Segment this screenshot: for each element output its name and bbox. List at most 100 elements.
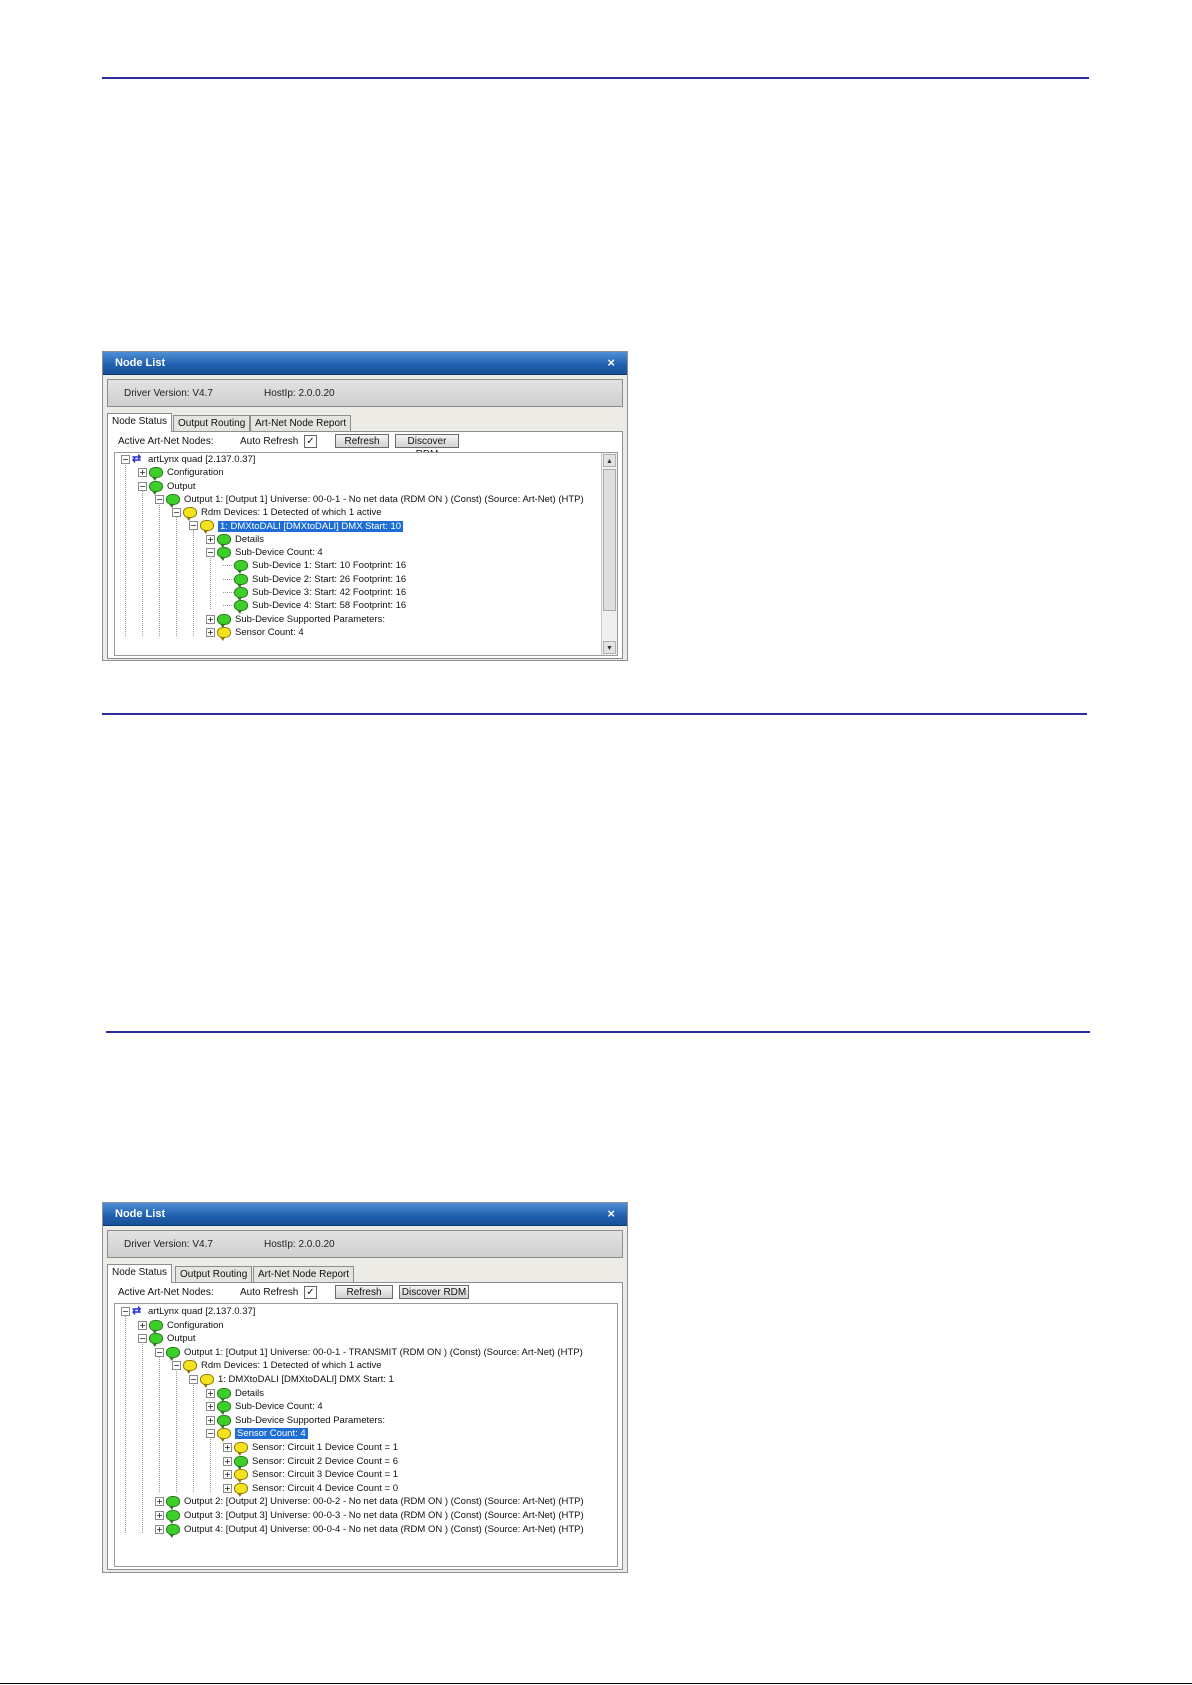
tree-node[interactable]: − Output 1: [Output 1] Universe: 00-0-1 -… bbox=[155, 1346, 583, 1361]
tree-node-label: Output 1: [Output 1] Universe: 00-0-1 - … bbox=[184, 493, 584, 505]
tree-guide-line bbox=[159, 1355, 160, 1492]
tree-node-label: Configuration bbox=[167, 467, 224, 479]
tree-node[interactable]: − Output 1: [Output 1] Universe: 00-0-1 -… bbox=[155, 493, 584, 508]
tree-node[interactable]: + Sub-Device Supported Parameters: bbox=[206, 1414, 385, 1429]
window-title: Node List bbox=[115, 1208, 166, 1220]
tree-node[interactable]: −1: DMXtoDALI [DMXtoDALI] DMX Start: 1 bbox=[189, 1373, 394, 1388]
tree-node-label: Sub-Device 3: Start: 42 Footprint: 16 bbox=[252, 587, 407, 598]
status-warning-bubble-icon bbox=[217, 626, 231, 641]
node-tree[interactable]: ▲ ▼ − ⇄ artLynx quad [2.137.0.37] + Configur… bbox=[114, 452, 618, 656]
tab-node-status[interactable]: Node Status bbox=[107, 413, 173, 432]
node-tree[interactable]: − ⇄ artLynx quad [2.137.0.37] + Configuratio… bbox=[114, 1303, 618, 1567]
tab-strip: Node Status Output Routing Art-Net Node … bbox=[103, 1264, 627, 1283]
scroll-thumb[interactable] bbox=[603, 469, 616, 611]
tree-node[interactable]: Sub-Device 2: Start: 26 Footprint: 16 bbox=[223, 573, 406, 588]
expand-icon[interactable]: + bbox=[155, 1497, 164, 1507]
tree-node[interactable]: + Configuration bbox=[138, 466, 224, 482]
tree-node[interactable]: −1: DMXtoDALI [DMXtoDALI] DMX Start: 10 bbox=[189, 520, 404, 535]
expand-icon[interactable]: + bbox=[155, 1510, 164, 1520]
expand-icon[interactable]: + bbox=[206, 534, 215, 544]
tree-node-label: Sub-Device Count: 4 bbox=[235, 1401, 323, 1413]
section-rule-3 bbox=[106, 1031, 1090, 1033]
status-ok-bubble-icon bbox=[166, 1509, 180, 1524]
tree-connector bbox=[223, 605, 234, 607]
tree-node[interactable]: − Sensor Count: 4 bbox=[206, 1427, 308, 1443]
tree-node[interactable]: + Details bbox=[206, 533, 264, 548]
auto-refresh-checkbox[interactable]: ✓ bbox=[304, 435, 317, 448]
expand-icon[interactable]: + bbox=[223, 1483, 232, 1493]
tree-node[interactable]: Sub-Device 3: Start: 42 Footprint: 16 bbox=[223, 586, 407, 601]
expand-icon[interactable]: + bbox=[206, 627, 215, 637]
tree-node-label: Output bbox=[167, 1333, 196, 1345]
tree-node[interactable]: + Configuration bbox=[138, 1319, 224, 1334]
window-title: Node List bbox=[115, 357, 166, 369]
expand-icon[interactable]: + bbox=[206, 614, 215, 624]
expand-icon[interactable]: + bbox=[223, 1442, 232, 1452]
tree-guide-line bbox=[176, 1369, 177, 1492]
tree-node[interactable]: + Sensor: Circuit 2 Device Count = 6 bbox=[223, 1455, 398, 1470]
tree-node-label: Sensor: Circuit 1 Device Count = 1 bbox=[252, 1442, 398, 1453]
tree-node-label: 1: DMXtoDALI [DMXtoDALI] DMX Start: 1 bbox=[218, 1374, 394, 1385]
tree-node-label: Sub-Device Count: 4 bbox=[235, 547, 323, 559]
refresh-button[interactable]: Refresh bbox=[335, 434, 389, 448]
tab-art-net-node-report[interactable]: Art-Net Node Report bbox=[250, 415, 352, 431]
tree-node[interactable]: − Output bbox=[138, 1332, 196, 1348]
active-nodes-label: Active Art-Net Nodes: bbox=[118, 1287, 214, 1298]
auto-refresh-checkbox[interactable]: ✓ bbox=[304, 1286, 317, 1299]
tree-node[interactable]: Sub-Device 1: Start: 10 Footprint: 16 bbox=[223, 559, 406, 575]
tab-output-routing[interactable]: Output Routing bbox=[175, 1266, 253, 1282]
status-ok-bubble-icon bbox=[217, 1401, 231, 1416]
expand-icon[interactable]: + bbox=[223, 1470, 232, 1480]
close-icon[interactable]: × bbox=[607, 355, 615, 370]
expand-icon[interactable]: + bbox=[138, 1320, 147, 1330]
expand-icon[interactable]: + bbox=[206, 1415, 215, 1425]
tree-node[interactable]: + Output 4: [Output 4] Universe: 00-0-4 -… bbox=[155, 1523, 584, 1538]
scroll-down-icon[interactable]: ▼ bbox=[603, 641, 616, 654]
tree-node[interactable]: + Sensor: Circuit 1 Device Count = 1 bbox=[223, 1441, 398, 1456]
vertical-scrollbar[interactable]: ▲ ▼ bbox=[601, 453, 617, 655]
tree-node[interactable]: − ⇄ artLynx quad [2.137.0.37] bbox=[121, 1305, 255, 1319]
status-warning-bubble-icon bbox=[234, 1441, 248, 1456]
page-bottom-rule bbox=[0, 1683, 1192, 1684]
tree-node[interactable]: − Sub-Device Count: 4 bbox=[206, 546, 323, 562]
tab-node-status[interactable]: Node Status bbox=[107, 1264, 173, 1283]
expand-icon[interactable]: + bbox=[223, 1456, 232, 1466]
discover-rdm-button[interactable]: Discover RDM bbox=[399, 1285, 469, 1299]
tree-guide-line bbox=[125, 463, 126, 636]
refresh-button[interactable]: Refresh bbox=[335, 1285, 393, 1299]
expand-icon[interactable]: + bbox=[206, 1388, 215, 1398]
tree-node-label: Sensor: Circuit 3 Device Count = 1 bbox=[252, 1469, 398, 1481]
tab-output-routing[interactable]: Output Routing bbox=[173, 415, 251, 431]
status-ok-bubble-icon bbox=[234, 573, 248, 588]
section-rule-2 bbox=[102, 713, 1087, 715]
tree-node[interactable]: + Sensor Count: 4 bbox=[206, 626, 304, 641]
host-ip: HostIp: 2.0.0.20 bbox=[264, 388, 335, 399]
expand-icon[interactable]: + bbox=[138, 468, 147, 478]
tree-node[interactable]: − Rdm Devices: 1 Detected of which 1 acti… bbox=[172, 506, 382, 522]
tree-node[interactable]: + Output 2: [Output 2] Universe: 00-0-2 -… bbox=[155, 1495, 584, 1511]
node-list-window-1: Node List × Driver Version: V4.7 HostIp:… bbox=[102, 351, 628, 661]
discover-rdm-button[interactable]: Discover RDM bbox=[395, 434, 459, 460]
tree-node[interactable]: − ⇄ artLynx quad [2.137.0.37] bbox=[121, 453, 255, 467]
expand-icon[interactable]: + bbox=[155, 1524, 164, 1534]
status-ok-bubble-icon bbox=[166, 1523, 180, 1538]
tree-node[interactable]: + Sensor: Circuit 3 Device Count = 1 bbox=[223, 1468, 398, 1484]
close-icon[interactable]: × bbox=[607, 1206, 615, 1221]
tree-node-label: Rdm Devices: 1 Detected of which 1 activ… bbox=[201, 1360, 382, 1372]
host-ip: HostIp: 2.0.0.20 bbox=[264, 1239, 335, 1250]
tree-node[interactable]: Sub-Device 4: Start: 58 Footprint: 16 bbox=[223, 599, 406, 615]
tab-art-net-node-report[interactable]: Art-Net Node Report bbox=[253, 1266, 355, 1282]
tree-node[interactable]: + Output 3: [Output 3] Universe: 00-0-3 -… bbox=[155, 1509, 584, 1524]
tree-node-label: Configuration bbox=[167, 1319, 224, 1331]
tree-node[interactable]: − Output bbox=[138, 480, 196, 495]
status-ok-bubble-icon bbox=[217, 1387, 231, 1402]
tree-node[interactable]: − Rdm Devices: 1 Detected of which 1 acti… bbox=[172, 1359, 382, 1375]
tree-node[interactable]: + Sub-Device Supported Parameters: bbox=[206, 613, 385, 628]
expand-icon[interactable]: + bbox=[206, 1402, 215, 1412]
tree-node-label: Details bbox=[235, 1387, 265, 1399]
tree-node[interactable]: + Sub-Device Count: 4 bbox=[206, 1400, 323, 1416]
tree-node[interactable]: + Sensor: Circuit 4 Device Count = 0 bbox=[223, 1482, 398, 1497]
tree-node[interactable]: + Details bbox=[206, 1387, 265, 1402]
section-rule-1 bbox=[102, 77, 1089, 79]
scroll-up-icon[interactable]: ▲ bbox=[603, 454, 616, 467]
